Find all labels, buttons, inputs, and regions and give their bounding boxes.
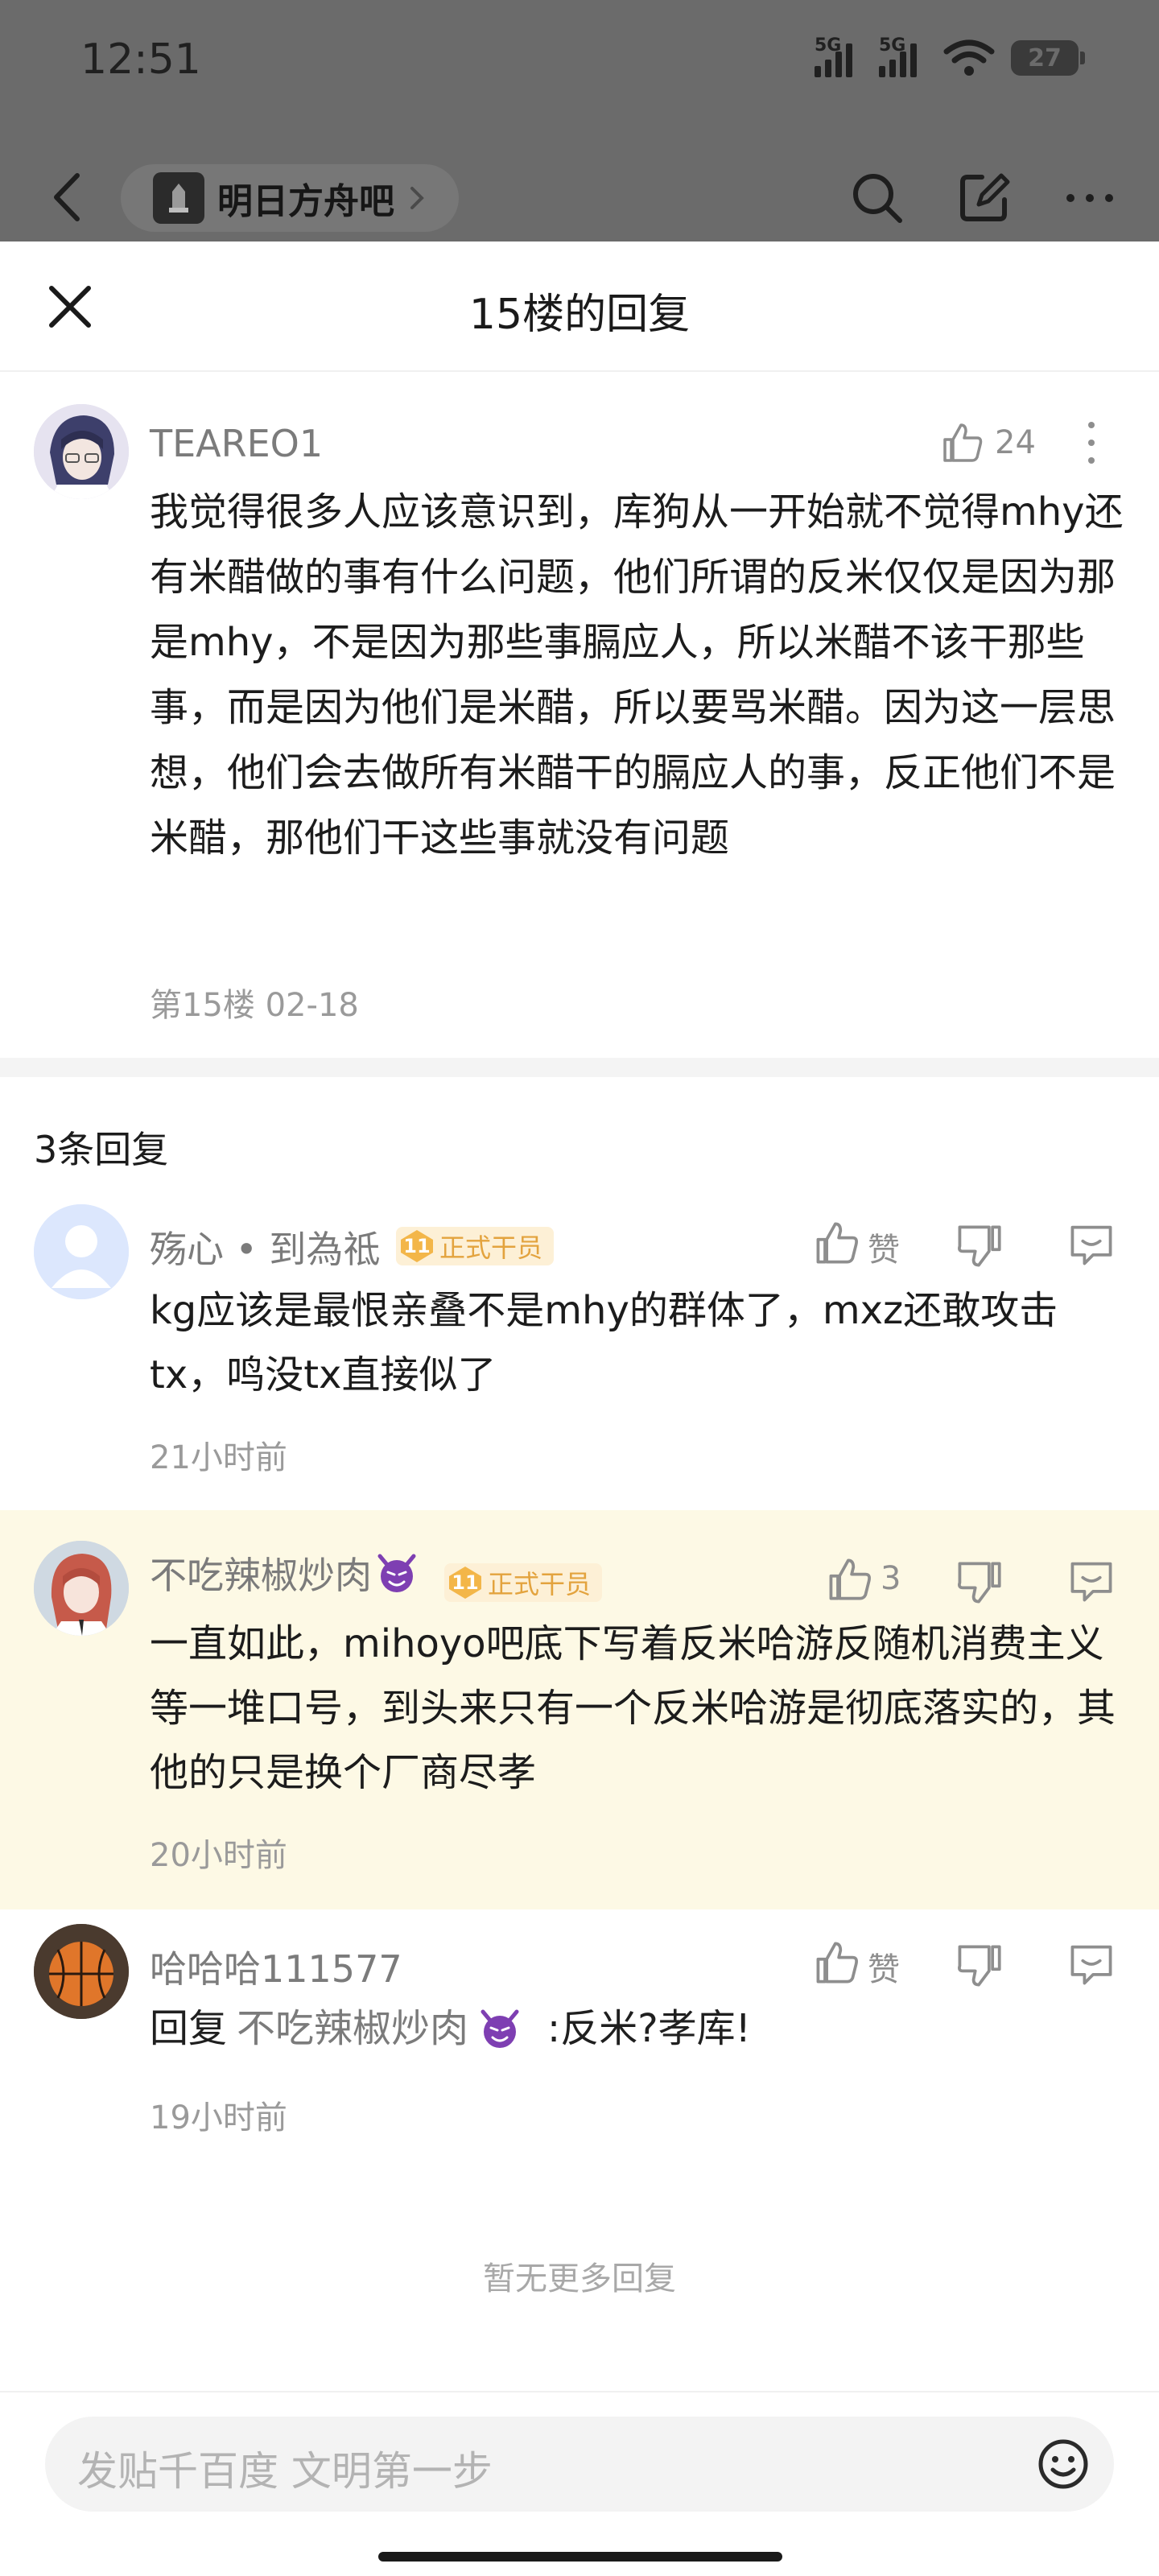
reply-body: 一直如此，mihoyo吧底下写着反米哈游反随机消费主义等一堆口号，到头来只有一个… xyxy=(150,1621,1116,1795)
reply-username[interactable]: 哈哈哈111577 xyxy=(150,1940,402,1993)
main-post: TEAREO1 24 我觉得很多人应该意识到，库狗从一开始就不觉得mhy还有米醋… xyxy=(0,372,1159,1058)
post-body: 我觉得很多人应该意识到，库狗从一开始就不觉得mhy还有米醋做的事有什么问题，他们… xyxy=(150,489,1124,861)
reply-prefix: 回复 xyxy=(150,2006,228,2051)
battery-level: 27 xyxy=(1028,43,1062,72)
devil-emoji-icon xyxy=(481,2009,519,2048)
reply-username[interactable]: 不吃辣椒炒肉 xyxy=(150,1546,372,1600)
sheet-title: 15楼的回复 xyxy=(468,291,691,339)
input-placeholder: 发贴千百度 文明第一步 xyxy=(77,2448,493,2495)
more-vertical-icon[interactable] xyxy=(1083,419,1099,467)
reply-to-user[interactable]: 不吃辣椒炒肉 xyxy=(237,1996,468,2061)
like-button[interactable]: 24 xyxy=(940,420,1036,465)
avatar[interactable] xyxy=(34,1924,129,2019)
badge-text: 正式干员 xyxy=(488,1569,592,1600)
member-badge: 11 正式干员 xyxy=(396,1227,555,1265)
network-type-label: 5G xyxy=(815,35,842,56)
more-icon[interactable] xyxy=(1061,169,1119,227)
badge-text: 正式干员 xyxy=(439,1232,543,1263)
nav-actions xyxy=(848,169,1119,227)
network-type-label-2: 5G xyxy=(879,35,906,56)
top-nav-bar: 明日方舟吧 xyxy=(0,153,1159,242)
status-bar: 12:51 5G 5G 27 xyxy=(0,0,1159,137)
dimmed-background: 12:51 5G 5G 27 明日方舟吧 xyxy=(0,0,1159,242)
no-more-replies: 暂无更多回复 xyxy=(483,2260,676,2297)
thumbs-up-icon xyxy=(943,423,983,462)
battery-icon: 27 xyxy=(1011,40,1085,76)
home-indicator[interactable] xyxy=(378,2552,782,2562)
like-count[interactable]: 3 xyxy=(881,1560,901,1597)
thumbs-up-icon[interactable] xyxy=(813,1219,861,1267)
reply-body-row: 回复 不吃辣椒炒肉 :反米?孝库! xyxy=(150,1996,751,2061)
comment-icon[interactable] xyxy=(1067,1940,1116,1988)
reply-body: :反米?孝库! xyxy=(547,2006,751,2051)
floor-date: 第15楼 02-18 xyxy=(150,987,359,1024)
replies-count: 3条回复 xyxy=(34,1128,169,1171)
reply-item: 哈哈哈111577 赞 回复 不吃辣椒炒肉 :反米?孝库! 19小时前 xyxy=(0,1909,1159,2231)
comment-icon[interactable] xyxy=(1067,1220,1116,1269)
comment-icon[interactable] xyxy=(1067,1557,1116,1605)
thumbs-up-icon[interactable] xyxy=(826,1555,874,1604)
wifi-icon xyxy=(943,39,995,76)
like-count: 24 xyxy=(995,424,1036,461)
chevron-right-icon xyxy=(410,187,424,209)
signal-icon: 5G xyxy=(815,35,863,77)
badge-level: 11 xyxy=(449,1567,481,1599)
replies-count-row: 3条回复 xyxy=(0,1077,1159,1174)
avatar[interactable] xyxy=(34,404,129,499)
signal-icon-2: 5G xyxy=(879,35,927,77)
reply-item-highlighted: 不吃辣椒炒肉 11 正式干员 3 一直如此，mihoyo吧底下写着反米哈游反随机… xyxy=(0,1510,1159,1909)
section-divider xyxy=(0,1058,1159,1077)
avatar[interactable] xyxy=(34,1541,129,1636)
like-label[interactable]: 赞 xyxy=(868,1224,900,1270)
forum-logo xyxy=(153,172,204,224)
thumbs-down-icon[interactable] xyxy=(955,1558,1003,1607)
reply-time: 19小时前 xyxy=(150,2099,287,2136)
forum-pill[interactable]: 明日方舟吧 xyxy=(121,164,459,232)
like-label[interactable]: 赞 xyxy=(868,1943,900,1990)
compose-icon[interactable] xyxy=(955,169,1013,227)
reply-time: 20小时前 xyxy=(150,1837,287,1874)
emoji-icon[interactable] xyxy=(1037,2438,1090,2491)
comment-input[interactable]: 发贴千百度 文明第一步 xyxy=(45,2417,1114,2512)
author-name[interactable]: TEAREO1 xyxy=(150,422,323,465)
search-icon[interactable] xyxy=(848,169,906,227)
reply-time: 21小时前 xyxy=(150,1439,287,1476)
thumbs-down-icon[interactable] xyxy=(955,1942,1003,1990)
status-icons: 5G 5G 27 xyxy=(815,35,1085,77)
back-arrow-icon[interactable] xyxy=(45,169,93,225)
avatar[interactable] xyxy=(34,1204,129,1299)
reply-username[interactable]: 殇心 • 到為祗 xyxy=(150,1220,380,1274)
reply-body: kg应该是最恨亲叠不是mhy的群体了，mxz还敢攻击tx，鸣没tx直接似了 xyxy=(150,1288,1058,1397)
forum-name: 明日方舟吧 xyxy=(217,181,394,222)
member-badge: 11 正式干员 xyxy=(444,1563,603,1602)
reply-username-row: 不吃辣椒炒肉 xyxy=(150,1541,419,1605)
reply-item: 殇心 • 到為祗 11 正式干员 赞 kg应该是最恨亲叠不是mhy的群体了，mx… xyxy=(0,1174,1159,1510)
badge-level: 11 xyxy=(401,1230,433,1262)
thumbs-down-icon[interactable] xyxy=(955,1222,1003,1270)
status-time: 12:51 xyxy=(80,35,201,84)
devil-emoji-icon xyxy=(377,1554,416,1592)
comment-input-bar: 发贴千百度 文明第一步 xyxy=(0,2391,1159,2576)
reply-sheet: 15楼的回复 TEAREO1 24 我觉得很多人应该意识到，库狗从一开始就不觉得… xyxy=(0,242,1159,2576)
thumbs-up-icon[interactable] xyxy=(813,1938,861,1987)
sheet-header: 15楼的回复 xyxy=(0,242,1159,372)
